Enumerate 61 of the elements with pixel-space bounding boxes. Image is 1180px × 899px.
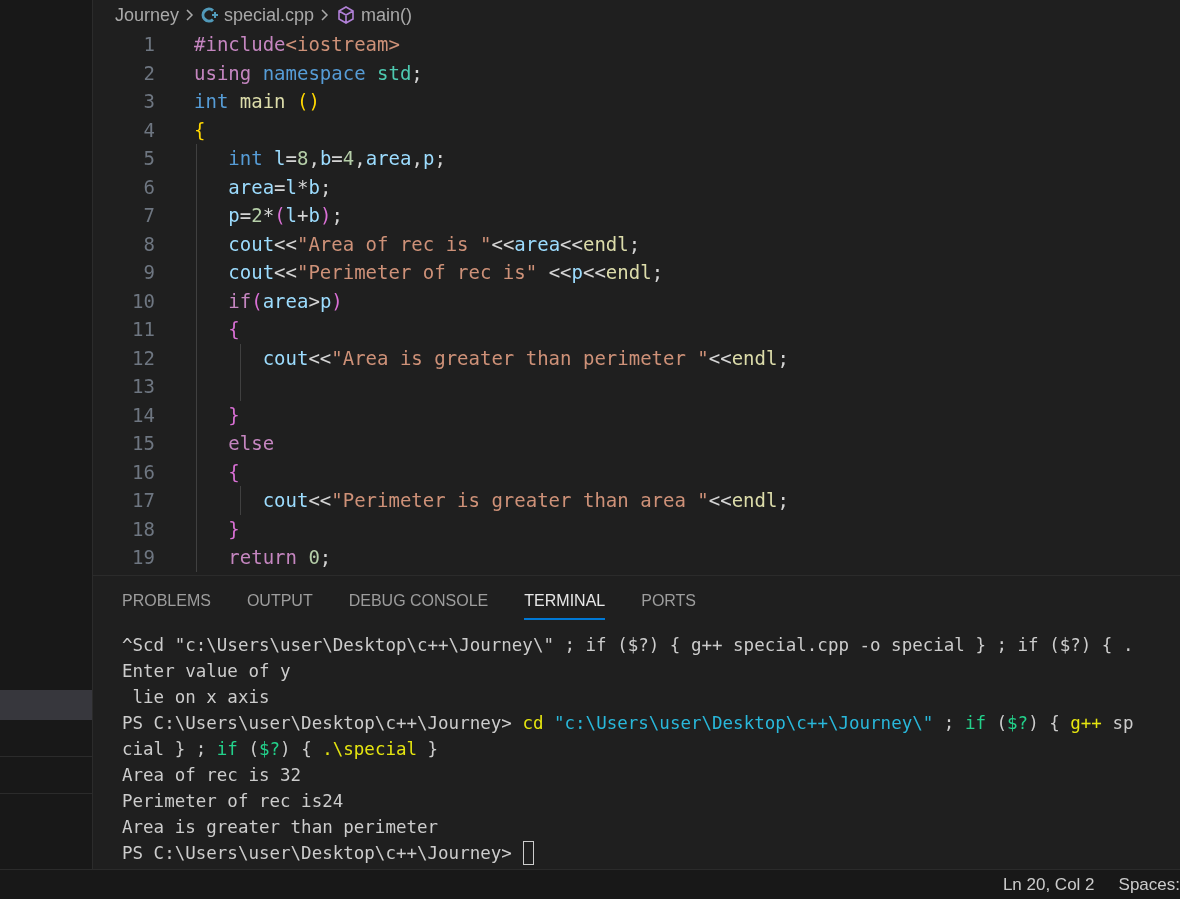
code-line: if(area>p) — [227, 289, 343, 312]
line-number: 15 — [131, 431, 155, 456]
code-line: return 0; — [227, 546, 332, 568]
code-line: { — [227, 460, 240, 483]
line-number: 8 — [142, 231, 155, 257]
code-line: int l=8,b=4,area,p; — [227, 147, 446, 169]
code-line: cout<<"Area of rec is "<<area<<endl; — [227, 232, 641, 255]
breadcrumb-item[interactable]: special.cpp — [224, 4, 315, 26]
line-number: 4 — [142, 117, 155, 143]
terminal-line: Enter value of y — [122, 660, 291, 683]
code-line: cout<<"Perimeter is greater than area "<<endl; — [261, 489, 789, 511]
line-number: 13 — [131, 374, 155, 399]
panel-tab[interactable]: TERMINAL — [524, 580, 606, 620]
cpp-file-icon — [201, 6, 220, 24]
code-line: using namespace std; — [194, 61, 423, 84]
code-line: p=2*(l+b); — [227, 204, 343, 226]
line-number: 7 — [142, 203, 155, 228]
code-line: area=l*b; — [227, 175, 332, 198]
code-line: { — [227, 318, 240, 340]
line-number: 12 — [131, 345, 155, 371]
breadcrumb-item[interactable]: main() — [361, 4, 413, 26]
code-line: } — [227, 403, 240, 426]
status-item[interactable]: Spaces: — [1118, 874, 1180, 895]
line-number: 9 — [142, 260, 155, 285]
terminal-line: PS C:\Users\user\Desktop\c++\Journey> cd "c:\Users\user\Desktop\c++\Journey\" ; if ($?) { g++ sp — [122, 712, 1134, 735]
code-line: } — [227, 517, 240, 540]
line-number: 6 — [142, 174, 155, 200]
chevron-icon — [185, 8, 196, 22]
terminal-line: Area is greater than perimeter — [122, 816, 439, 839]
code-line: cout<<"Area is greater than perimeter "<<endl; — [261, 346, 789, 369]
line-number: 19 — [131, 545, 155, 570]
line-number: 18 — [131, 516, 155, 542]
panel-tab[interactable]: OUTPUT — [246, 580, 313, 620]
terminal-line: cial } ; if ($?) { .\special } — [122, 738, 439, 761]
breadcrumb-item[interactable]: Journey — [115, 4, 180, 26]
line-number: 16 — [131, 459, 155, 485]
line-number: 2 — [142, 60, 155, 86]
code-line: int main () — [194, 90, 320, 112]
panel-tab[interactable]: DEBUG CONSOLE — [348, 580, 489, 620]
line-number: 3 — [142, 89, 155, 114]
line-number: 10 — [131, 288, 155, 314]
cube-icon — [336, 5, 357, 25]
code-line: { — [194, 118, 206, 141]
sidebar-row[interactable] — [0, 690, 92, 720]
terminal-line: Perimeter of rec is24 — [122, 790, 344, 813]
chevron-icon — [320, 8, 331, 22]
line-number: 1 — [142, 32, 155, 57]
terminal-line: lie on x axis — [131, 686, 270, 709]
line-number: 11 — [131, 317, 155, 342]
terminal-line: Area of rec is 32 — [122, 764, 302, 787]
line-number: 5 — [142, 146, 155, 171]
panel-tab[interactable]: PORTS — [641, 580, 697, 620]
code-line: #include<iostream> — [194, 33, 400, 55]
line-number: 17 — [131, 488, 155, 513]
status-item[interactable]: Ln 20, Col 2 — [1002, 874, 1095, 895]
code-line: cout<<"Perimeter of rec is" <<p<<endl; — [227, 261, 664, 283]
terminal-line: PS C:\Users\user\Desktop\c++\Journey> — [122, 842, 513, 865]
terminal-line: ^Scd "c:\Users\user\Desktop\c++\Journey\" ; if ($?) { g++ special.cpp -o special } ; if ($?) { . — [122, 634, 1134, 657]
panel-tab[interactable]: PROBLEMS — [122, 580, 211, 620]
line-number: 14 — [131, 402, 155, 428]
code-line: else — [227, 432, 275, 454]
